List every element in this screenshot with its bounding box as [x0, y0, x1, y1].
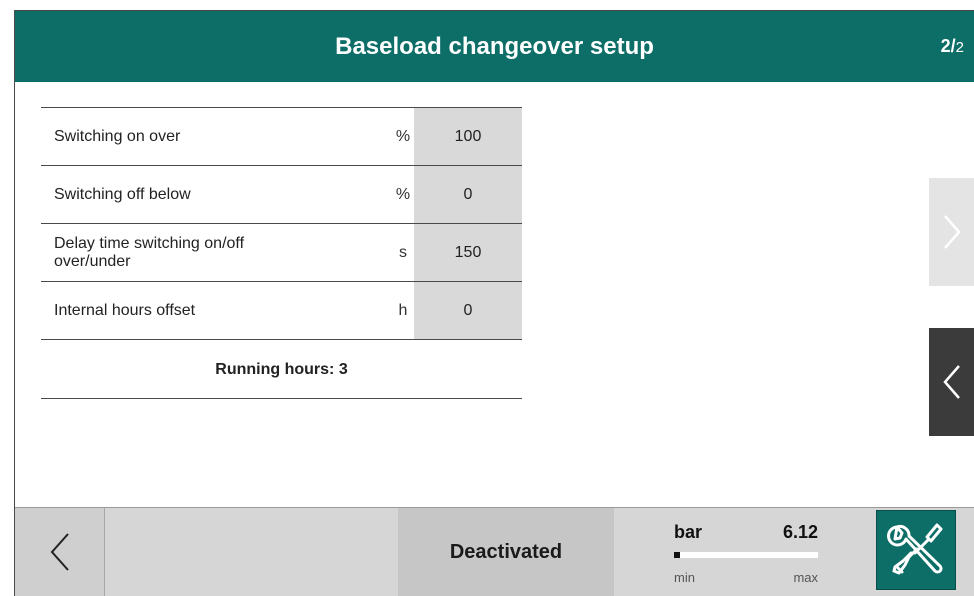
- setting-unit: s: [399, 244, 407, 261]
- next-page-button[interactable]: [929, 178, 974, 286]
- setting-value-field[interactable]: 100: [414, 108, 522, 165]
- setting-value-field[interactable]: 0: [414, 166, 522, 223]
- running-hours-text: Running hours: 3: [215, 361, 348, 378]
- setting-label: Switching off below: [54, 186, 191, 203]
- chevron-left-icon: [50, 533, 69, 571]
- setting-row-switching-off: Switching off below % 0: [41, 165, 522, 223]
- setting-label: Internal hours offset: [54, 302, 196, 319]
- gauge-min-label: min: [674, 570, 695, 585]
- gauge-bar-fill: [674, 552, 680, 558]
- gauge-unit: bar: [674, 522, 703, 542]
- setting-unit: %: [395, 128, 411, 145]
- setting-label: Switching on over: [54, 128, 181, 145]
- setting-unit: %: [395, 186, 411, 203]
- gauge-bar: [674, 552, 818, 558]
- setting-value-field[interactable]: 150: [414, 224, 522, 281]
- previous-page-button[interactable]: [929, 328, 974, 436]
- gauge-value: 6.12: [782, 522, 818, 542]
- gauge-max-label: max: [793, 570, 818, 585]
- settings-table: Switching on over % 100 Switching off be…: [41, 107, 522, 399]
- setting-unit: h: [398, 302, 408, 319]
- setting-label: Delay time switching on/off over/under: [54, 235, 245, 270]
- status-display: Deactivated: [398, 508, 614, 596]
- setting-row-delay-time: Delay time switching on/off over/under s…: [41, 223, 522, 281]
- page-title: Baseload changeover setup: [335, 33, 654, 60]
- page-indicator: 2/2: [941, 11, 964, 82]
- page-current: 2: [940, 36, 951, 56]
- header-bar: Baseload changeover setup 2/2: [15, 11, 974, 82]
- chevron-right-icon: [943, 215, 961, 249]
- wrench-screwdriver-icon: [887, 523, 943, 575]
- setting-value-field[interactable]: 0: [414, 282, 522, 339]
- running-hours-row: Running hours: 3: [41, 339, 522, 399]
- setting-row-hours-offset: Internal hours offset h 0: [41, 281, 522, 339]
- chevron-left-icon: [942, 365, 960, 399]
- page-total: 2: [955, 39, 964, 56]
- setting-row-switching-on: Switching on over % 100: [41, 107, 522, 165]
- pressure-gauge: bar 6.12 min max: [638, 508, 856, 596]
- tools-button[interactable]: [876, 510, 956, 590]
- back-button[interactable]: [15, 508, 105, 596]
